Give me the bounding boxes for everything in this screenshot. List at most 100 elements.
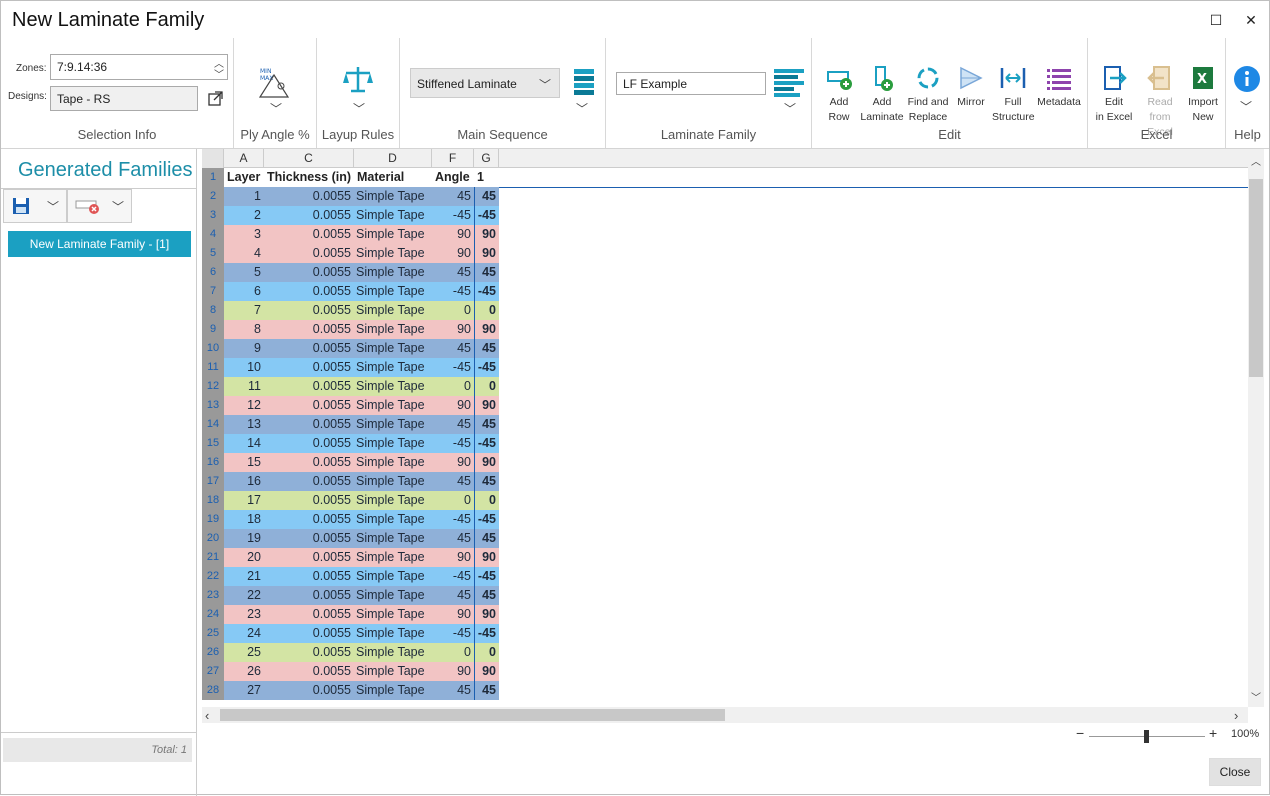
table-cell[interactable]: 90 bbox=[432, 453, 474, 472]
table-cell[interactable]: 0.0055 bbox=[264, 548, 354, 567]
row-number[interactable]: 7 bbox=[202, 282, 224, 301]
table-cell[interactable]: 0 bbox=[474, 301, 499, 320]
table-cell[interactable]: 0.0055 bbox=[264, 396, 354, 415]
table-cell[interactable]: -45 bbox=[474, 510, 499, 529]
family-list-item[interactable]: New Laminate Family - [1] bbox=[8, 231, 191, 257]
table-cell[interactable]: 5 bbox=[224, 263, 264, 282]
column-letter[interactable]: G bbox=[474, 149, 499, 168]
table-cell[interactable]: 90 bbox=[432, 244, 474, 263]
table-cell[interactable]: -45 bbox=[432, 358, 474, 377]
info-icon[interactable] bbox=[1233, 65, 1261, 93]
table-cell[interactable]: Simple Tape bbox=[354, 453, 432, 472]
designs-field[interactable]: Tape - RS bbox=[50, 86, 198, 111]
table-cell[interactable]: 9 bbox=[224, 339, 264, 358]
header-cell[interactable]: Thickness (in) bbox=[264, 168, 354, 187]
table-cell[interactable]: Simple Tape bbox=[354, 187, 432, 206]
table-cell[interactable]: 45 bbox=[432, 472, 474, 491]
horizontal-scroll-thumb[interactable] bbox=[220, 709, 725, 721]
table-cell[interactable]: 45 bbox=[474, 187, 499, 206]
table-cell[interactable]: 0.0055 bbox=[264, 282, 354, 301]
vertical-scrollbar[interactable]: ︿ ﹀ bbox=[1248, 149, 1264, 707]
table-cell[interactable]: Simple Tape bbox=[354, 339, 432, 358]
table-cell[interactable]: -45 bbox=[474, 358, 499, 377]
header-cell[interactable]: Layer bbox=[224, 168, 264, 187]
table-cell[interactable]: -45 bbox=[474, 206, 499, 225]
table-cell[interactable]: 15 bbox=[224, 453, 264, 472]
table-cell[interactable]: Simple Tape bbox=[354, 282, 432, 301]
zoom-in-button[interactable]: + bbox=[1209, 725, 1217, 741]
column-letter[interactable]: D bbox=[354, 149, 432, 168]
close-button[interactable]: Close bbox=[1209, 758, 1261, 786]
row-number[interactable]: 28 bbox=[202, 681, 224, 700]
column-letter[interactable]: A bbox=[224, 149, 264, 168]
table-cell[interactable]: 0.0055 bbox=[264, 586, 354, 605]
row-number[interactable]: 1 bbox=[202, 168, 224, 187]
table-cell[interactable]: 0 bbox=[432, 491, 474, 510]
table-cell[interactable]: 0.0055 bbox=[264, 624, 354, 643]
table-cell[interactable]: 0.0055 bbox=[264, 453, 354, 472]
row-number[interactable]: 27 bbox=[202, 662, 224, 681]
horizontal-scrollbar[interactable]: ‹ › bbox=[202, 707, 1248, 723]
table-cell[interactable]: 0 bbox=[432, 643, 474, 662]
row-number[interactable]: 18 bbox=[202, 491, 224, 510]
row-number[interactable]: 5 bbox=[202, 244, 224, 263]
chevron-down-icon[interactable]: ﹀ bbox=[214, 66, 224, 81]
table-cell[interactable]: 1 bbox=[224, 187, 264, 206]
table-cell[interactable]: Simple Tape bbox=[354, 624, 432, 643]
table-cell[interactable]: -45 bbox=[474, 624, 499, 643]
row-number[interactable]: 21 bbox=[202, 548, 224, 567]
external-link-icon[interactable] bbox=[208, 91, 223, 106]
table-cell[interactable]: 0.0055 bbox=[264, 244, 354, 263]
table-cell[interactable]: 0.0055 bbox=[264, 567, 354, 586]
table-cell[interactable]: 16 bbox=[224, 472, 264, 491]
table-cell[interactable]: 45 bbox=[432, 339, 474, 358]
table-cell[interactable]: -45 bbox=[474, 567, 499, 586]
scales-icon[interactable] bbox=[342, 65, 374, 95]
table-cell[interactable]: 45 bbox=[432, 187, 474, 206]
row-number[interactable]: 25 bbox=[202, 624, 224, 643]
table-cell[interactable]: Simple Tape bbox=[354, 643, 432, 662]
table-cell[interactable]: Simple Tape bbox=[354, 415, 432, 434]
add-laminate-button[interactable]: Add Laminate bbox=[860, 64, 904, 125]
table-cell[interactable]: 23 bbox=[224, 605, 264, 624]
table-cell[interactable]: Simple Tape bbox=[354, 548, 432, 567]
table-cell[interactable]: 6 bbox=[224, 282, 264, 301]
table-cell[interactable]: Simple Tape bbox=[354, 586, 432, 605]
table-cell[interactable]: 0.0055 bbox=[264, 415, 354, 434]
table-cell[interactable]: 14 bbox=[224, 434, 264, 453]
table-cell[interactable]: 12 bbox=[224, 396, 264, 415]
table-cell[interactable]: 0.0055 bbox=[264, 681, 354, 700]
table-cell[interactable]: Simple Tape bbox=[354, 491, 432, 510]
row-number[interactable]: 13 bbox=[202, 396, 224, 415]
scroll-left-icon[interactable]: ‹ bbox=[205, 708, 209, 723]
table-cell[interactable]: 45 bbox=[474, 472, 499, 491]
row-number[interactable]: 22 bbox=[202, 567, 224, 586]
header-cell[interactable]: Material bbox=[354, 168, 432, 187]
table-cell[interactable]: 0.0055 bbox=[264, 206, 354, 225]
table-cell[interactable]: 45 bbox=[474, 681, 499, 700]
laminate-family-stack-icon[interactable] bbox=[774, 68, 806, 98]
table-cell[interactable]: Simple Tape bbox=[354, 510, 432, 529]
table-cell[interactable]: 45 bbox=[474, 415, 499, 434]
table-cell[interactable]: 0.0055 bbox=[264, 434, 354, 453]
row-number[interactable]: 4 bbox=[202, 225, 224, 244]
ply-angle-dropdown-icon[interactable]: ﹀ bbox=[270, 100, 282, 117]
table-cell[interactable]: Simple Tape bbox=[354, 301, 432, 320]
table-cell[interactable]: 26 bbox=[224, 662, 264, 681]
table-cell[interactable]: 0.0055 bbox=[264, 510, 354, 529]
row-number[interactable]: 23 bbox=[202, 586, 224, 605]
table-cell[interactable]: 4 bbox=[224, 244, 264, 263]
table-cell[interactable]: 13 bbox=[224, 415, 264, 434]
table-cell[interactable]: 90 bbox=[432, 396, 474, 415]
table-cell[interactable]: 0.0055 bbox=[264, 491, 354, 510]
table-cell[interactable]: Simple Tape bbox=[354, 434, 432, 453]
table-cell[interactable]: -45 bbox=[432, 567, 474, 586]
table-cell[interactable]: 90 bbox=[432, 320, 474, 339]
close-window-button[interactable]: ✕ bbox=[1241, 10, 1261, 30]
table-cell[interactable]: Simple Tape bbox=[354, 225, 432, 244]
table-cell[interactable]: 45 bbox=[474, 586, 499, 605]
zones-field[interactable]: 7:9.14:36 ︿ ﹀ bbox=[50, 54, 228, 81]
row-number[interactable]: 24 bbox=[202, 605, 224, 624]
table-cell[interactable]: 90 bbox=[432, 605, 474, 624]
table-cell[interactable]: 20 bbox=[224, 548, 264, 567]
